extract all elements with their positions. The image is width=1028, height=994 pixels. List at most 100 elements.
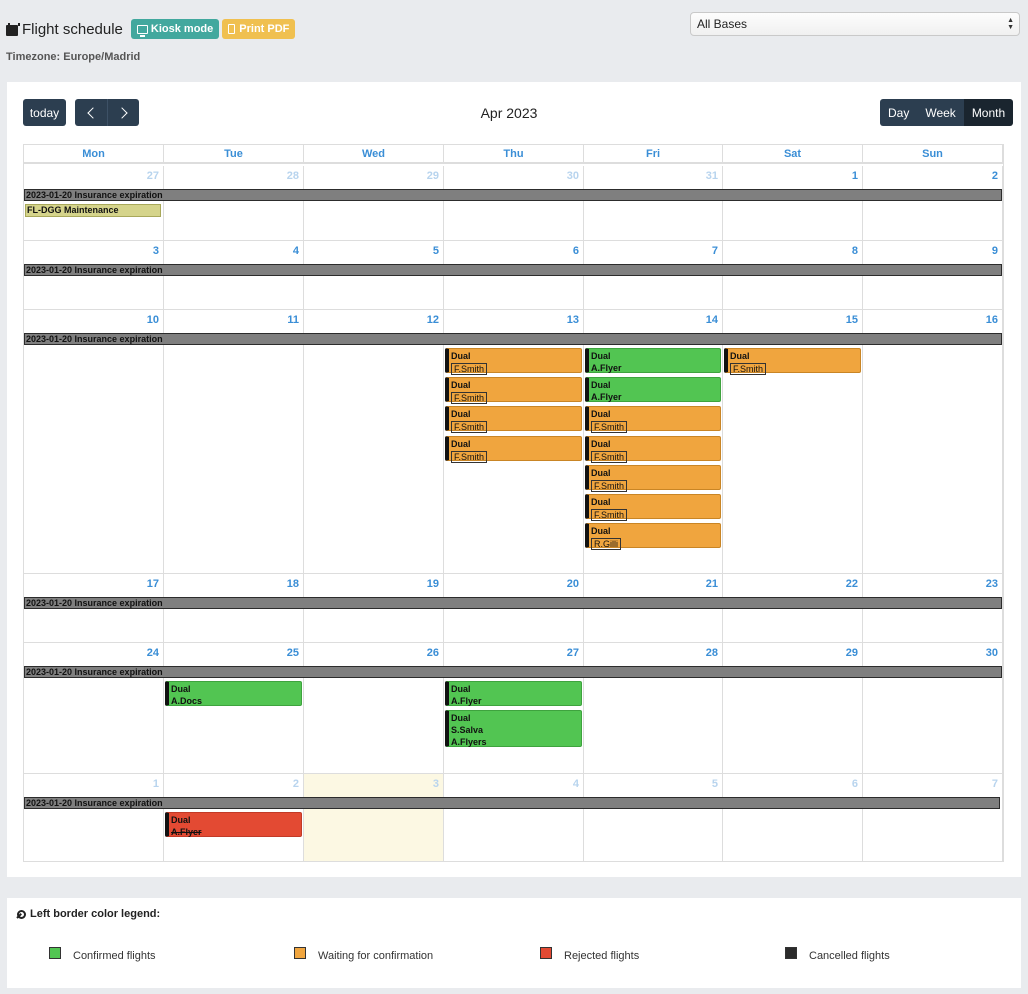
insurance-expiration-bar[interactable]: 2023-01-20 Insurance expiration [24,666,1002,678]
insurance-expiration-bar[interactable]: 2023-01-20 Insurance expiration [24,797,1000,809]
day-cell[interactable]: 6 [723,774,863,861]
day-number[interactable]: 13 [567,314,579,326]
flight-event[interactable]: Dual F.Smith [445,436,582,463]
day-cell[interactable]: 30 [863,643,1003,773]
day-cell[interactable]: 27 [24,166,164,240]
view-week-button[interactable]: Week [917,99,964,126]
kiosk-mode-button[interactable]: Kiosk mode [130,19,220,39]
day-number[interactable]: 7 [992,778,998,790]
flight-event[interactable]: Dual A.Docs [165,681,302,706]
day-number[interactable]: 28 [706,647,718,659]
day-number[interactable]: 17 [147,578,159,590]
day-number[interactable]: 3 [153,245,159,257]
day-cell[interactable]: 1 [723,166,863,240]
day-cell[interactable]: 5 [584,774,723,861]
day-number[interactable]: 7 [712,245,718,257]
flight-event[interactable]: Dual F.Smith [585,436,721,463]
day-number[interactable]: 11 [287,314,299,326]
day-number[interactable]: 19 [427,578,439,590]
day-number[interactable]: 9 [992,245,998,257]
day-number[interactable]: 6 [573,245,579,257]
day-cell[interactable]: 2 [863,166,1003,240]
day-number[interactable]: 31 [706,170,718,182]
base-select-value: All Bases [697,17,748,31]
day-number[interactable]: 3 [433,778,439,790]
timezone-text: Timezone: Europe/Madrid [6,51,141,63]
day-cell[interactable]: 10 [24,310,164,573]
day-cell[interactable]: 28 [164,166,304,240]
flight-event[interactable]: Dual A.Flyer [445,681,582,706]
flight-event[interactable]: Dual F.Smith [445,377,582,404]
day-cell[interactable]: 31 [584,166,723,240]
day-cell[interactable]: 27 [444,643,584,773]
flight-person: A.Flyers [451,737,487,747]
day-number[interactable]: 25 [287,647,299,659]
day-number[interactable]: 1 [153,778,159,790]
day-cell[interactable]: 25 [164,643,304,773]
flight-event[interactable]: Dual A.Flyer [165,812,302,837]
day-number[interactable]: 21 [706,578,718,590]
day-number[interactable]: 6 [852,778,858,790]
day-number[interactable]: 16 [986,314,998,326]
base-select[interactable]: All Bases ▲ ▼ [690,12,1020,36]
day-number[interactable]: 20 [567,578,579,590]
print-pdf-button[interactable]: Print PDF [222,19,296,39]
legend-panel: Left border color legend: Confirmed flig… [7,898,1021,988]
day-number[interactable]: 15 [846,314,858,326]
day-number[interactable]: 24 [147,647,159,659]
flight-event[interactable]: Dual A.Flyer [585,377,721,402]
day-number[interactable]: 4 [293,245,299,257]
day-number[interactable]: 2 [992,170,998,182]
flight-event[interactable]: Dual A.Flyer [585,348,721,373]
day-number[interactable]: 29 [427,170,439,182]
day-number[interactable]: 8 [852,245,858,257]
day-cell[interactable]: 29 [304,166,444,240]
insurance-expiration-bar[interactable]: 2023-01-20 Insurance expiration [24,189,1002,201]
flight-event[interactable]: Dual R.Gilli [585,523,721,550]
day-cell[interactable]: 26 [304,643,444,773]
insurance-expiration-bar[interactable]: 2023-01-20 Insurance expiration [24,264,1002,276]
insurance-expiration-bar[interactable]: 2023-01-20 Insurance expiration [24,333,1002,345]
view-month-button[interactable]: Month [963,99,1014,126]
view-day-button[interactable]: Day [880,99,918,126]
day-number[interactable]: 18 [287,578,299,590]
flight-event[interactable]: Dual F.Smith [585,494,721,521]
day-number[interactable]: 14 [706,314,718,326]
day-number[interactable]: 30 [986,647,998,659]
flight-event[interactable]: Dual F.Smith [724,348,861,375]
day-number[interactable]: 5 [433,245,439,257]
day-number[interactable]: 5 [712,778,718,790]
day-number[interactable]: 4 [573,778,579,790]
day-number[interactable]: 1 [852,170,858,182]
day-cell[interactable]: 7 [863,774,1003,861]
flight-event[interactable]: Dual F.Smith [445,348,582,375]
day-number[interactable]: 27 [147,170,159,182]
day-number[interactable]: 29 [846,647,858,659]
day-cell[interactable]: 12 [304,310,444,573]
flight-event[interactable]: Dual S.Salva A.Flyers [445,710,582,747]
day-number[interactable]: 27 [567,647,579,659]
day-cell[interactable]: 3 [304,774,444,861]
maintenance-bar[interactable]: FL-DGG Maintenance [25,204,161,217]
day-number[interactable]: 12 [427,314,439,326]
day-number[interactable]: 2 [293,778,299,790]
day-number[interactable]: 28 [287,170,299,182]
day-cell[interactable]: 11 [164,310,304,573]
day-cell[interactable]: 29 [723,643,863,773]
day-cell[interactable]: 24 [24,643,164,773]
flight-event[interactable]: Dual F.Smith [585,406,721,433]
flight-event[interactable]: Dual F.Smith [445,406,582,433]
day-cell[interactable]: 16 [863,310,1003,573]
day-number[interactable]: 22 [846,578,858,590]
day-cell[interactable]: 28 [584,643,723,773]
day-cell[interactable]: 4 [444,774,584,861]
flight-event[interactable]: Dual F.Smith [585,465,721,492]
day-number[interactable]: 30 [567,170,579,182]
day-number[interactable]: 26 [427,647,439,659]
day-cell[interactable]: 1 [24,774,164,861]
day-number[interactable]: 23 [986,578,998,590]
insurance-expiration-bar[interactable]: 2023-01-20 Insurance expiration [24,597,1002,609]
day-cell[interactable]: 30 [444,166,584,240]
day-number[interactable]: 10 [147,314,159,326]
flight-person: F.Smith [451,451,488,463]
